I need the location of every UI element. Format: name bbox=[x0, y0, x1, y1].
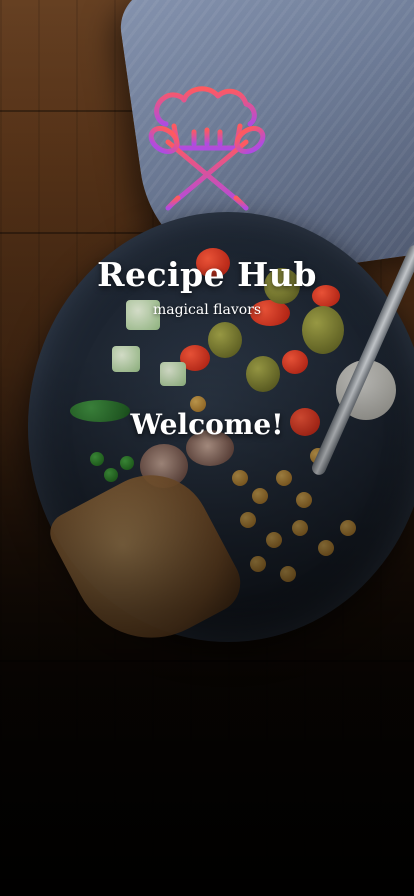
app-tagline: magical flavors bbox=[152, 302, 262, 318]
welcome-heading: Welcome! bbox=[130, 408, 284, 441]
chef-hat-utensils-icon bbox=[148, 86, 266, 211]
splash-screen: Recipe Hub magical flavors Welcome! bbox=[0, 0, 414, 896]
app-title: Recipe Hub bbox=[97, 255, 317, 294]
app-logo bbox=[138, 82, 276, 220]
